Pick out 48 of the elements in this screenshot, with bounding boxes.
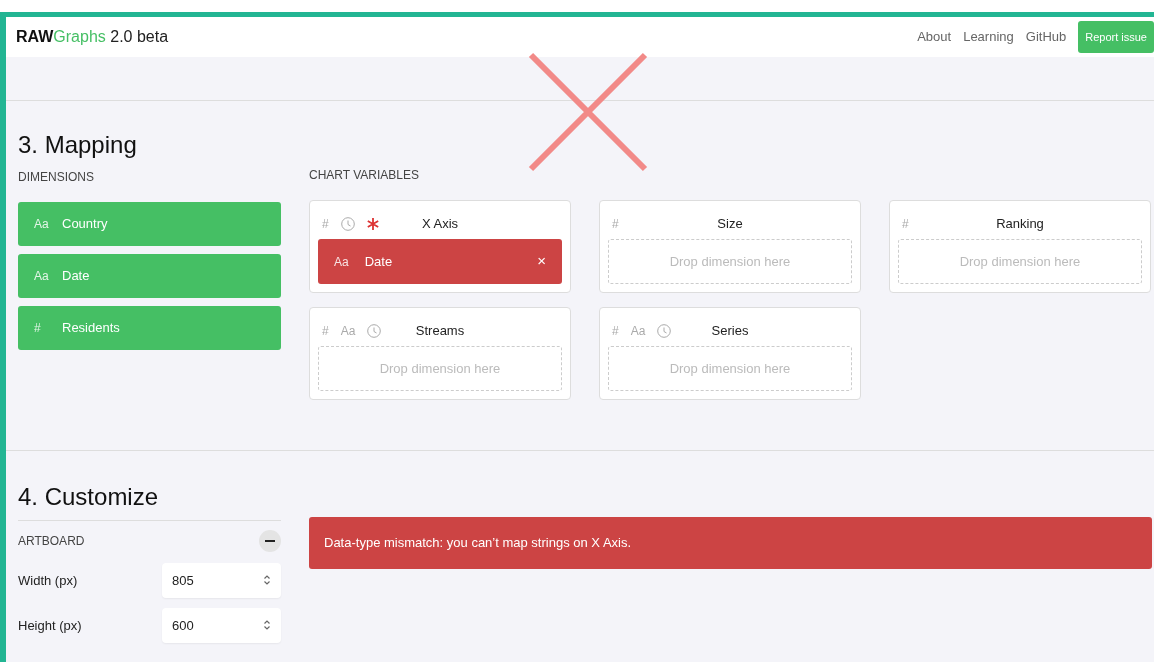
type-label: # bbox=[902, 216, 909, 233]
type-label: # bbox=[612, 323, 619, 340]
nav-link[interactable]: About bbox=[917, 27, 952, 47]
section-label: ARTBOARD bbox=[18, 532, 85, 550]
type-label: # bbox=[612, 216, 619, 233]
nav-link[interactable]: Learning bbox=[963, 27, 1014, 47]
cross-mark-icon bbox=[528, 52, 648, 172]
clock-icon bbox=[657, 324, 672, 338]
field-label: Height (px) bbox=[18, 616, 82, 635]
report-issue-button[interactable]: Report issue bbox=[1078, 20, 1154, 54]
type-label: # bbox=[34, 319, 42, 337]
clock-icon bbox=[367, 324, 382, 338]
spinner-icon[interactable] bbox=[263, 574, 271, 587]
chart-variables-label: CHART VARIABLES bbox=[309, 167, 421, 184]
spinner-icon[interactable] bbox=[263, 619, 271, 632]
type-label: # bbox=[322, 323, 329, 340]
type-label: Aa bbox=[340, 323, 356, 340]
number-input[interactable]: 805 bbox=[162, 562, 281, 598]
type-label: Aa bbox=[334, 253, 349, 271]
section-title: 3. Mapping bbox=[18, 131, 138, 160]
clock-icon bbox=[340, 217, 355, 231]
variable-title: Streams bbox=[415, 323, 465, 339]
dimensions-label: DIMENSIONS bbox=[18, 168, 95, 186]
collapse-button[interactable] bbox=[259, 529, 281, 552]
dimension-chip[interactable]: Aa Country bbox=[18, 201, 281, 246]
dimension-chip[interactable]: # Residents bbox=[18, 305, 281, 350]
variable-title: Ranking bbox=[996, 216, 1044, 232]
dimension-name: Date bbox=[364, 252, 393, 271]
section-title: 4. Customize bbox=[18, 483, 160, 512]
dimension-name: Residents bbox=[62, 319, 120, 338]
minus-icon bbox=[265, 539, 275, 542]
variable-title: X Axis bbox=[421, 216, 459, 232]
remove-icon[interactable]: × bbox=[537, 250, 546, 273]
error-alert: Data-type mismatch: you can’t map strings on X Axis. bbox=[309, 517, 1152, 569]
variable-title: Size bbox=[717, 216, 743, 232]
mapped-dimension-chip[interactable]: Aa Date × bbox=[318, 239, 562, 284]
type-label: Aa bbox=[34, 267, 50, 285]
type-label: # bbox=[322, 216, 329, 233]
dimension-name: Country bbox=[62, 215, 108, 234]
variable-title: Series bbox=[711, 323, 749, 339]
dimension-name: Date bbox=[62, 267, 90, 286]
type-label: Aa bbox=[34, 215, 50, 233]
nav-link[interactable]: GitHub bbox=[1025, 27, 1067, 47]
field-label: Width (px) bbox=[18, 571, 78, 590]
app-logo[interactable]: RAWGraphs 2.0 beta bbox=[16, 25, 169, 49]
dimension-chip[interactable]: Aa Date bbox=[18, 253, 281, 298]
type-label: Aa bbox=[630, 323, 646, 340]
number-input[interactable]: 600 bbox=[162, 607, 281, 643]
